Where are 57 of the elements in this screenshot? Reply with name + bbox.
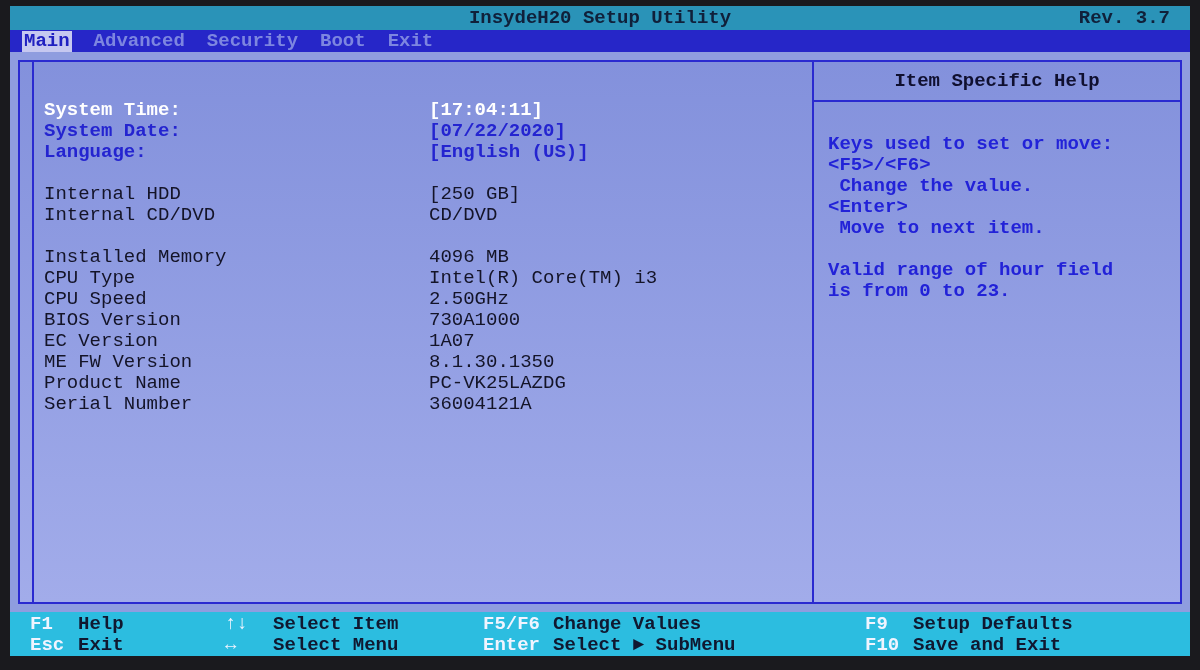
info-value: Intel(R) Core(TM) i3 <box>429 268 658 289</box>
key-name: Enter <box>483 635 541 656</box>
info-label: Product Name <box>44 373 182 394</box>
info-value: 36004121A <box>429 394 532 415</box>
menu-tab[interactable]: Exit <box>387 30 434 52</box>
key-name: F5/F6 <box>483 614 541 635</box>
key-name: F9 <box>865 614 889 635</box>
info-value: PC-VK25LAZDG <box>429 373 566 394</box>
help-title: Item Specific Help <box>894 70 1100 92</box>
info-label: Installed Memory <box>44 247 228 268</box>
key-action: Select Menu <box>273 635 399 656</box>
key-action: Change Values <box>553 614 702 635</box>
key-action: Select Item <box>273 614 399 635</box>
info-label: EC Version <box>44 331 160 352</box>
key-action: Save and Exit <box>913 635 1062 656</box>
menu-tab[interactable]: Boot <box>320 30 366 52</box>
help-text: <F5>/<F6> <box>828 155 932 176</box>
menu-tab[interactable]: Advanced <box>93 30 185 52</box>
info-label: Internal CD/DVD <box>44 205 217 226</box>
key-action: Help <box>78 614 124 635</box>
info-value: 730A1000 <box>429 310 521 331</box>
setting-label[interactable]: Language: <box>44 142 429 163</box>
key-name: Esc <box>30 635 66 656</box>
info-label: ME FW Version <box>44 352 194 373</box>
key-name: F10 <box>865 635 901 656</box>
key-name: F1 <box>30 614 54 635</box>
help-text: Keys used to set or move: <box>828 134 1115 155</box>
window-title: InsydeH20 Setup Utility <box>468 7 732 29</box>
key-action: Setup Defaults <box>913 614 1073 635</box>
help-text: is from 0 to 23. <box>828 281 1012 302</box>
key-name: ↔ <box>225 635 238 656</box>
setting-value[interactable]: [07/22/2020] <box>429 121 566 142</box>
setting-label[interactable]: System Time: <box>44 100 429 121</box>
info-value: [250 GB] <box>429 184 521 205</box>
help-text: <Enter> <box>828 197 909 218</box>
help-text: Change the value. <box>838 176 1035 197</box>
menu-tab[interactable]: Security <box>206 30 299 52</box>
setting-value[interactable]: [English (US)] <box>429 142 589 163</box>
info-value: 8.1.30.1350 <box>429 352 555 373</box>
key-action: Select ► SubMenu <box>553 635 736 656</box>
info-label: CPU Speed <box>44 289 148 310</box>
info-label: CPU Type <box>44 268 137 289</box>
info-value: 1A07 <box>429 331 475 352</box>
revision-text: Rev. 3.7 <box>1078 8 1170 29</box>
setting-label[interactable]: System Date: <box>44 121 429 142</box>
menu-tab[interactable]: Main <box>22 30 72 52</box>
key-name: ↑↓ <box>225 614 249 635</box>
info-label: Serial Number <box>44 394 194 415</box>
setting-value[interactable]: [17:04:11] <box>429 100 544 121</box>
info-value: 4096 MB <box>429 247 509 268</box>
info-label: BIOS Version <box>44 310 182 331</box>
info-label: Internal HDD <box>44 184 182 205</box>
help-text: Valid range of hour field <box>828 260 1115 281</box>
key-action: Exit <box>78 635 124 656</box>
info-value: CD/DVD <box>429 205 498 226</box>
help-text: Move to next item. <box>838 218 1046 239</box>
info-value: 2.50GHz <box>429 289 509 310</box>
